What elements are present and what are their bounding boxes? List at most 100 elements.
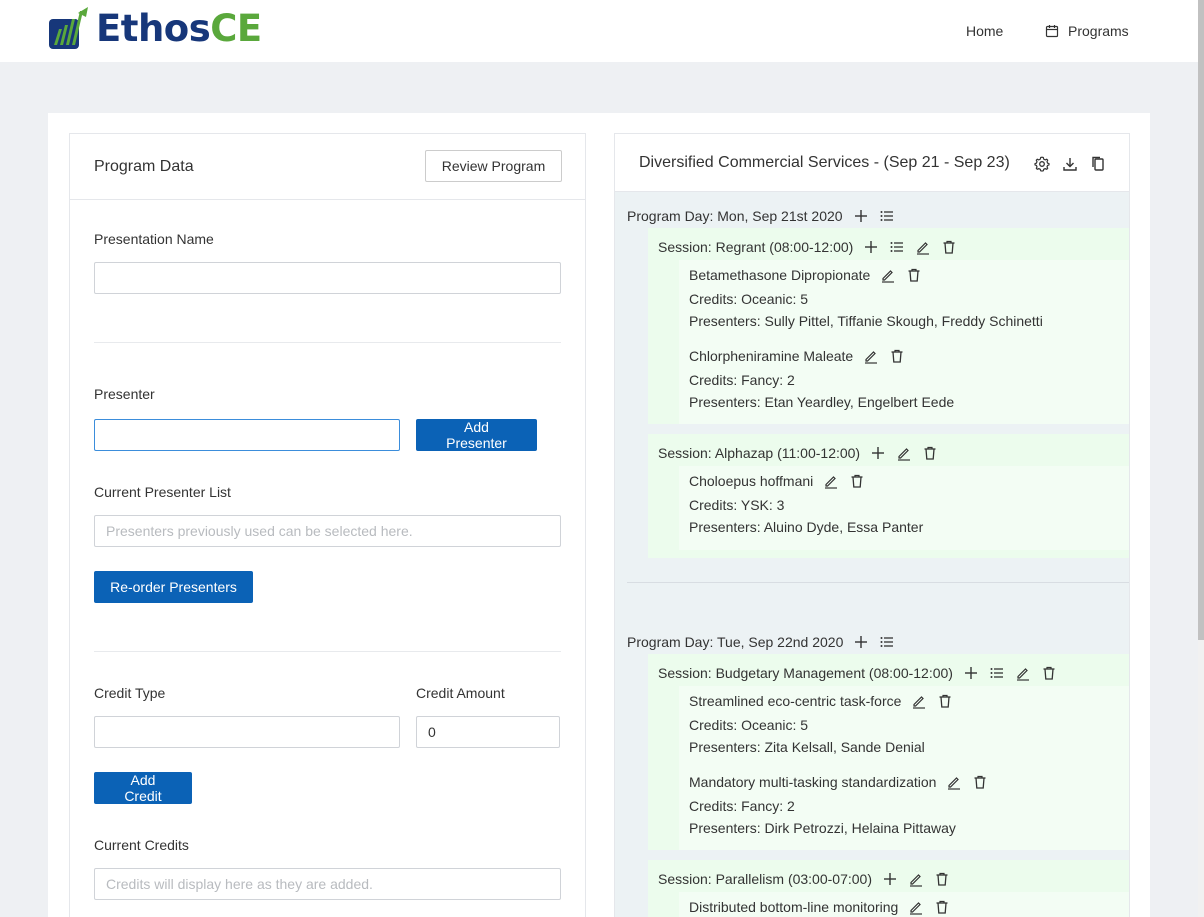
trash-icon[interactable]	[972, 774, 988, 790]
edit-icon[interactable]	[915, 239, 931, 255]
trash-icon[interactable]	[934, 871, 950, 887]
page-scrollbar[interactable]	[1198, 0, 1204, 917]
session-label: Session: Regrant (08:00-12:00)	[658, 239, 854, 255]
session-block: Session: Alphazap (11:00-12:00) Choloepu…	[648, 434, 1129, 558]
presentation-name: Chlorpheniramine Maleate	[689, 348, 854, 364]
edit-icon[interactable]	[908, 871, 924, 887]
presentation-presenters: Presenters: Zita Kelsall, Sande Denial	[689, 739, 925, 755]
add-icon[interactable]	[870, 445, 886, 461]
session-label: Session: Alphazap (11:00-12:00)	[658, 445, 861, 461]
add-icon[interactable]	[963, 665, 979, 681]
trash-icon[interactable]	[934, 899, 950, 915]
ethosce-logo[interactable]: EthosCE	[48, 5, 262, 53]
presentation-credits: Credits: Oceanic: 5	[689, 717, 809, 733]
edit-icon[interactable]	[863, 348, 879, 364]
program-day-label: Program Day: Mon, Sep 21st 2020	[627, 208, 843, 224]
reorder-presenters-button[interactable]: Re-order Presenters	[94, 571, 253, 603]
program-outline-card: Diversified Commercial Services - (Sep 2…	[614, 133, 1130, 917]
program-day-row: Program Day: Mon, Sep 21st 2020	[627, 208, 895, 224]
list-icon[interactable]	[879, 634, 895, 650]
presentation-name: Betamethasone Dipropionate	[689, 267, 871, 283]
section-divider	[94, 342, 561, 343]
program-data-card: Program Data Review Program Presentation…	[69, 133, 586, 917]
presenter-label: Presenter	[94, 386, 155, 402]
program-tree: Program Day: Mon, Sep 21st 2020 Session:…	[615, 192, 1129, 917]
copy-icon[interactable]	[1089, 155, 1107, 173]
trash-icon[interactable]	[922, 445, 938, 461]
logo-text-ce: CE	[210, 7, 262, 50]
section-divider	[94, 651, 561, 652]
main-nav: Home Programs	[948, 0, 1148, 62]
presentation-name-label: Presentation Name	[94, 231, 214, 247]
presentation-presenters: Presenters: Dirk Petrozzi, Helaina Pitta…	[689, 820, 956, 836]
trash-icon[interactable]	[906, 267, 922, 283]
nav-home-link[interactable]: Home	[966, 23, 1003, 39]
gear-icon[interactable]	[1033, 155, 1051, 173]
presentations-block: Choloepus hoffmani Credits: YSK: 3 Prese…	[679, 466, 1129, 550]
trash-icon[interactable]	[941, 239, 957, 255]
list-icon[interactable]	[879, 208, 895, 224]
download-icon[interactable]	[1061, 155, 1079, 173]
page-scrollbar-thumb[interactable]	[1198, 0, 1204, 640]
session-row: Session: Regrant (08:00-12:00)	[658, 239, 957, 255]
session-label: Session: Parallelism (03:00-07:00)	[658, 871, 872, 887]
logo-mark-icon	[49, 7, 88, 49]
session-row: Session: Budgetary Management (08:00-12:…	[658, 665, 1057, 681]
trash-icon[interactable]	[1041, 665, 1057, 681]
session-row: Session: Parallelism (03:00-07:00)	[658, 871, 950, 887]
credit-type-label: Credit Type	[94, 685, 166, 701]
program-data-title: Program Data	[94, 158, 194, 175]
day-divider	[627, 582, 1129, 583]
trash-icon[interactable]	[849, 473, 865, 489]
program-day-label: Program Day: Tue, Sep 22nd 2020	[627, 634, 844, 650]
edit-icon[interactable]	[911, 693, 927, 709]
presentations-block: Streamlined eco-centric task-force Credi…	[679, 686, 1129, 850]
presentation-name-row: Betamethasone Dipropionate	[689, 267, 922, 283]
current-credits-label: Current Credits	[94, 837, 189, 853]
presentation-credits: Credits: Fancy: 2	[689, 798, 795, 814]
presentation-name-row: Distributed bottom-line monitoring	[689, 899, 950, 915]
add-presenter-button[interactable]: Add Presenter	[416, 419, 537, 451]
add-credit-button[interactable]: Add Credit	[94, 772, 192, 804]
logo-text: EthosCE	[96, 5, 262, 53]
current-presenter-list-label: Current Presenter List	[94, 484, 231, 500]
credit-amount-input[interactable]	[416, 716, 560, 748]
presentation-name-row: Chlorpheniramine Maleate	[689, 348, 905, 364]
nav-programs-label: Programs	[1068, 23, 1129, 39]
credit-amount-label: Credit Amount	[416, 685, 505, 701]
edit-icon[interactable]	[880, 267, 896, 283]
presentations-block: Distributed bottom-line monitoring	[679, 892, 1129, 917]
trash-icon[interactable]	[889, 348, 905, 364]
edit-icon[interactable]	[896, 445, 912, 461]
session-block: Session: Parallelism (03:00-07:00) Distr…	[648, 860, 1129, 917]
program-title: Diversified Commercial Services - (Sep 2…	[639, 154, 1010, 171]
add-icon[interactable]	[853, 208, 869, 224]
presentation-presenters: Presenters: Etan Yeardley, Engelbert Eed…	[689, 394, 955, 410]
current-presenter-select[interactable]	[94, 515, 561, 547]
program-data-header: Program Data Review Program	[70, 134, 585, 200]
credit-type-input[interactable]	[94, 716, 400, 748]
presentation-credits: Credits: YSK: 3	[689, 497, 785, 513]
list-icon[interactable]	[889, 239, 905, 255]
list-icon[interactable]	[989, 665, 1005, 681]
nav-programs-link[interactable]: Programs	[1045, 23, 1129, 39]
session-label: Session: Budgetary Management (08:00-12:…	[658, 665, 953, 681]
presentation-name: Choloepus hoffmani	[689, 473, 814, 489]
program-day-row: Program Day: Tue, Sep 22nd 2020	[627, 634, 895, 650]
presentation-name: Distributed bottom-line monitoring	[689, 899, 899, 915]
add-icon[interactable]	[863, 239, 879, 255]
add-icon[interactable]	[882, 871, 898, 887]
presentation-name-input[interactable]	[94, 262, 561, 294]
trash-icon[interactable]	[937, 693, 953, 709]
edit-icon[interactable]	[908, 899, 924, 915]
presentation-name: Mandatory multi-tasking standardization	[689, 774, 937, 790]
logo-text-ethos: Ethos	[96, 7, 211, 50]
edit-icon[interactable]	[946, 774, 962, 790]
edit-icon[interactable]	[823, 473, 839, 489]
current-credits-select[interactable]	[94, 868, 561, 900]
review-program-button[interactable]: Review Program	[425, 150, 562, 182]
edit-icon[interactable]	[1015, 665, 1031, 681]
presentation-credits: Credits: Oceanic: 5	[689, 291, 809, 307]
presenter-input[interactable]	[94, 419, 400, 451]
add-icon[interactable]	[853, 634, 869, 650]
